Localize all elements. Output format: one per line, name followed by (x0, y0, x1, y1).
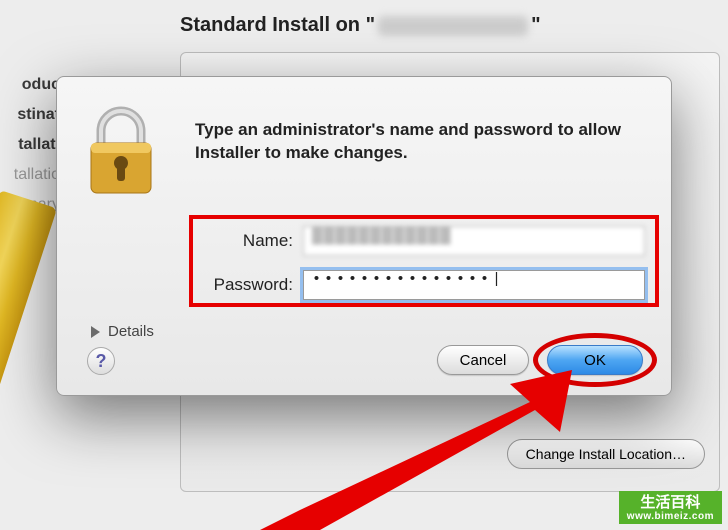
help-button[interactable]: ? (87, 347, 115, 375)
name-label: Name: (193, 231, 303, 251)
change-install-location-button[interactable]: Change Install Location… (507, 439, 705, 469)
dialog-button-row: Cancel OK (437, 345, 643, 375)
details-disclosure[interactable]: Details (91, 323, 154, 340)
help-icon: ? (96, 351, 107, 372)
pencil-decoration (0, 190, 57, 513)
password-input[interactable]: •••••••••••••••| (303, 270, 645, 300)
name-row: Name: ████████████ (193, 219, 655, 263)
password-row: Password: •••••••••••••••| (193, 263, 655, 307)
sidebar-item-destination: stinat (0, 100, 60, 130)
details-label: Details (108, 323, 154, 340)
auth-prompt-text: Type an administrator's name and passwor… (195, 119, 625, 165)
cancel-button[interactable]: Cancel (437, 345, 529, 375)
auth-dialog: Type an administrator's name and passwor… (56, 76, 672, 396)
watermark: 生活百科 www.bimeiz.com (619, 491, 722, 525)
sidebar-item-installation: tallatio (0, 160, 60, 190)
watermark-line1: 生活百科 (640, 494, 700, 511)
lock-icon (81, 105, 161, 200)
ok-button[interactable]: OK (547, 345, 643, 375)
password-label: Password: (193, 275, 303, 295)
name-input[interactable]: ████████████ (303, 226, 645, 256)
page-title: Standard Install on " " (180, 14, 541, 37)
sidebar-item-introduction: oduc (0, 70, 60, 100)
title-suffix: " (531, 14, 540, 36)
credentials-highlight-box: Name: ████████████ Password: •••••••••••… (189, 215, 659, 307)
disclosure-triangle-icon (91, 326, 100, 338)
title-prefix: Standard Install on " (180, 14, 375, 36)
sidebar-item-installation-type: tallati (0, 130, 60, 160)
watermark-line2: www.bimeiz.com (627, 511, 714, 522)
disk-name-redacted (378, 16, 528, 36)
